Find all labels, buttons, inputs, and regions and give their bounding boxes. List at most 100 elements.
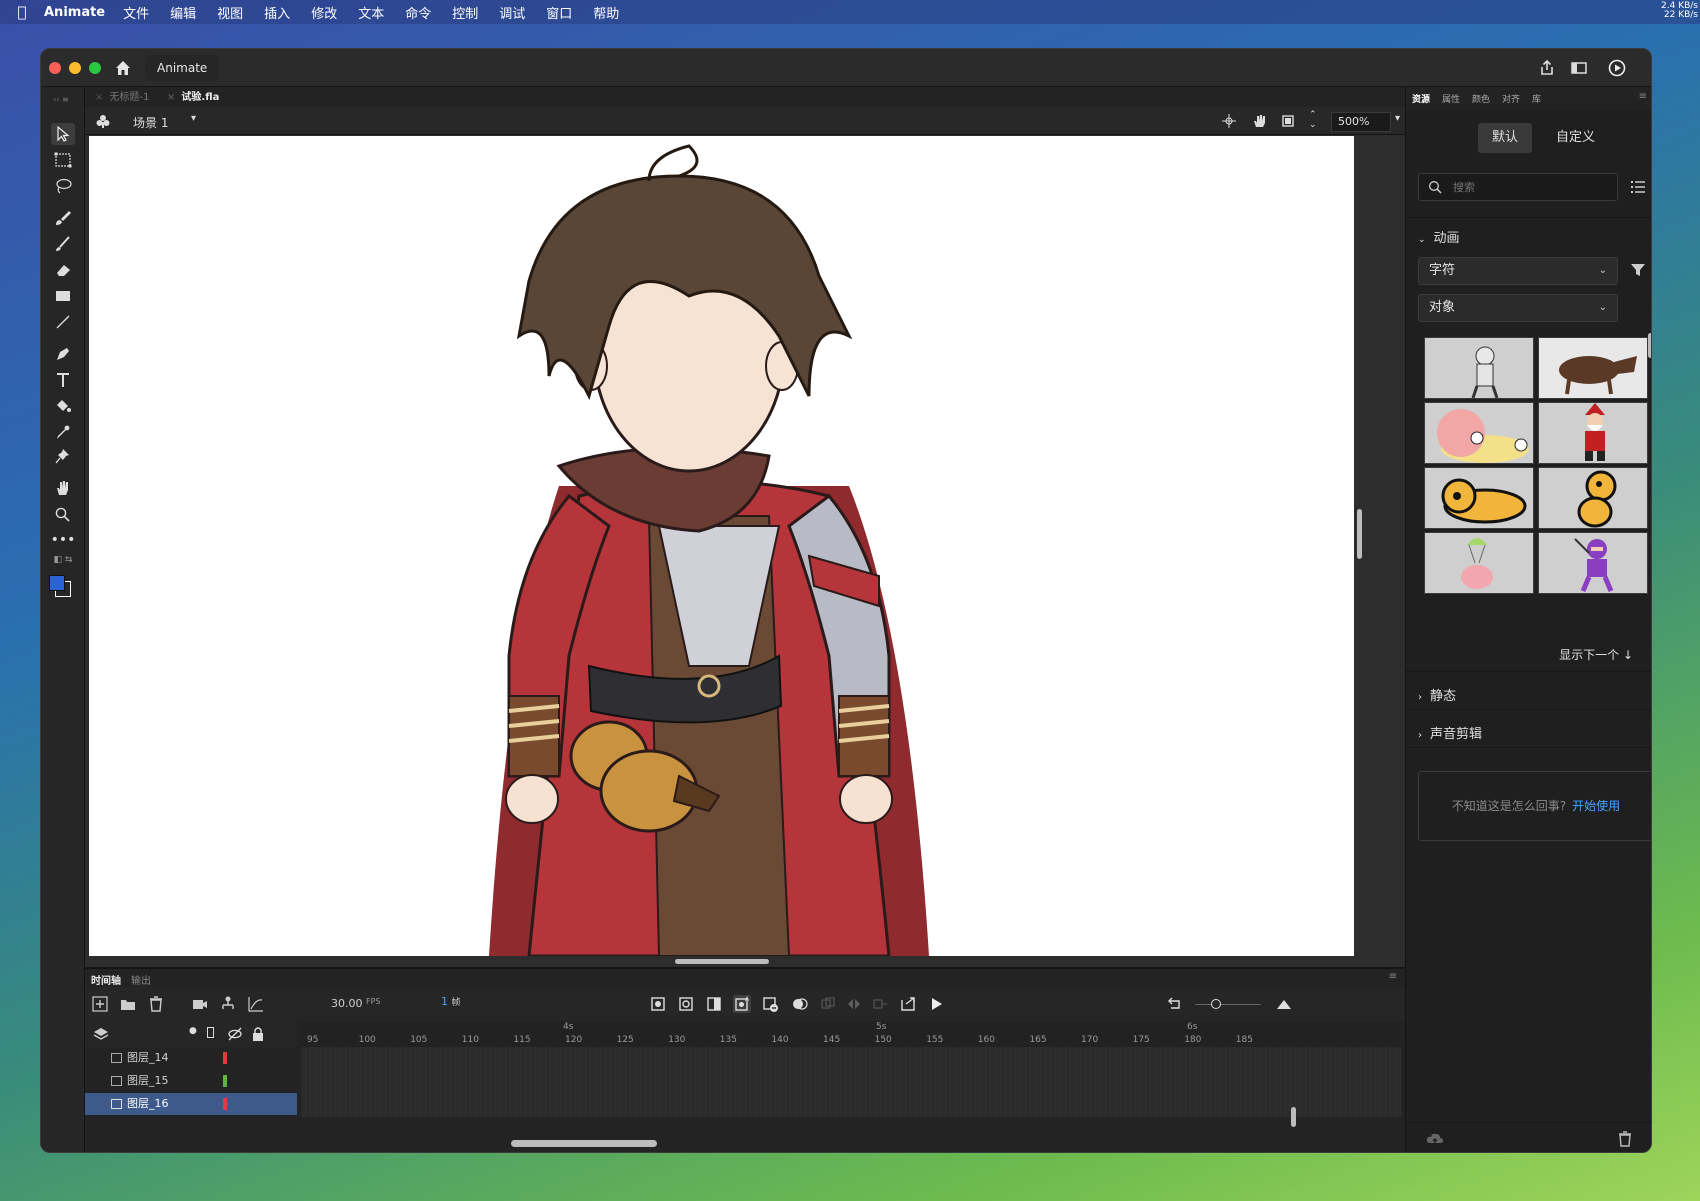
layer-color-swatch[interactable] [223,1098,227,1110]
panel-menu-icon[interactable]: ≡ [1639,91,1647,102]
asset-thumbnail-dog-sitting[interactable] [1538,467,1648,529]
menu-window[interactable]: 窗口 [546,3,572,22]
layer-row[interactable]: 图层_15 [85,1070,297,1092]
rectangle-tool[interactable] [51,285,75,307]
tab-assets[interactable]: 资源 [1412,92,1430,105]
zoom-tool[interactable] [51,503,75,525]
menu-insert[interactable]: 插入 [264,3,290,22]
menu-view[interactable]: 视图 [217,3,243,22]
layers-stack-icon[interactable] [93,1026,109,1042]
close-window-button[interactable] [49,62,61,74]
frame-ruler[interactable]: 95 100 105 110 115 120 125 130 135 140 145 150 155 16… [301,1021,1401,1047]
asset-thumbnail-santa[interactable] [1538,402,1648,464]
segment-default[interactable]: 默认 [1478,123,1533,153]
highlight-dot-icon[interactable]: ● [189,1026,197,1036]
menubar-app-name[interactable]: Animate [44,5,105,20]
line-tool[interactable] [51,311,75,333]
edit-multiple-frames-icon[interactable] [819,995,837,1013]
category-dropdown[interactable]: 字符 ⌄ [1418,257,1618,285]
tab-library[interactable]: 库 [1532,92,1541,105]
zoom-chevron-down-icon[interactable]: ▾ [1395,113,1400,124]
collapse-tools-icon[interactable]: ‹‹ ≡ [45,95,77,104]
asset-thumbnail-mummy[interactable] [1424,337,1534,399]
hand-tool[interactable] [51,477,75,499]
paint-brush-tool[interactable] [51,207,75,229]
text-tool[interactable] [51,369,75,391]
sync-icon[interactable] [871,995,889,1013]
apple-icon[interactable]:  [0,3,44,21]
tab-align[interactable]: 对齐 [1502,92,1520,105]
app-tab[interactable]: Animate [145,55,220,81]
brush-tool[interactable] [51,233,75,255]
clip-content-icon[interactable] [1281,114,1295,128]
home-icon[interactable] [113,58,133,78]
section-animation[interactable]: ⌄ 动画 [1418,227,1460,246]
menu-file[interactable]: 文件 [123,3,149,22]
layer-row-selected[interactable]: 图层_16 [85,1093,297,1115]
eyedropper-tool[interactable] [51,421,75,443]
menu-debug[interactable]: 调试 [499,3,525,22]
export-frames-icon[interactable] [899,995,917,1013]
new-layer-icon[interactable] [91,995,109,1013]
asset-thumbnail-dog-lying[interactable] [1424,467,1534,529]
zoom-window-button[interactable] [89,62,101,74]
camera-icon[interactable] [191,995,209,1013]
timeline-horizontal-scrollbar[interactable] [511,1140,657,1147]
workspace-layout-icon[interactable] [1569,58,1589,78]
new-folder-icon[interactable] [119,995,137,1013]
paint-bucket-tool[interactable] [51,395,75,417]
undo-icon[interactable] [1165,995,1183,1013]
stage-canvas[interactable] [89,136,1354,956]
type-dropdown[interactable]: 对象 ⌄ [1418,294,1618,322]
menu-modify[interactable]: 修改 [311,3,337,22]
get-started-link[interactable]: 开始使用 [1572,799,1620,813]
free-transform-tool[interactable] [51,149,75,171]
menu-control[interactable]: 控制 [452,3,478,22]
chevron-down-icon[interactable]: ▾ [191,113,196,124]
tab-properties[interactable]: 属性 [1442,92,1460,105]
pen-tool[interactable] [51,343,75,365]
onion-skin-icon[interactable] [791,995,809,1013]
scene-label[interactable]: 场景 1 [133,114,168,131]
asset-thumbnail-parachute-pig[interactable] [1424,532,1534,594]
pin-tool[interactable] [51,445,75,467]
stage-horizontal-scrollbar[interactable] [675,959,769,964]
insert-frame-icon[interactable] [705,995,723,1013]
rotate-stage-icon[interactable] [1251,113,1267,129]
trash-icon[interactable] [1617,1131,1633,1147]
segment-custom[interactable]: 自定义 [1542,123,1609,153]
tab-timeline[interactable]: 时间轴 [91,972,121,987]
section-sound-clips[interactable]: › 声音剪辑 [1418,723,1482,742]
selection-tool[interactable] [51,123,75,145]
close-tab-icon[interactable]: × [95,92,103,103]
stage-vertical-scrollbar[interactable] [1357,509,1362,559]
menu-edit[interactable]: 编辑 [170,3,196,22]
frame-grid[interactable] [301,1047,1401,1117]
filter-icon[interactable] [1630,262,1646,278]
close-tab-icon[interactable]: × [167,92,175,103]
loop-icon[interactable] [845,995,863,1013]
zoom-field[interactable]: 500% [1331,112,1391,132]
doc-tab-trial[interactable]: × 试验.fla [167,90,219,106]
tab-output[interactable]: 输出 [131,972,151,987]
search-input[interactable] [1453,178,1603,196]
eraser-tool[interactable] [51,259,75,281]
fill-color-swatch[interactable] [49,575,65,591]
tab-color[interactable]: 颜色 [1472,92,1490,105]
insert-keyframe-icon[interactable] [649,995,667,1013]
layer-color-swatch[interactable] [223,1052,227,1064]
asset-thumbnail-wolf[interactable] [1538,337,1648,399]
delete-layer-icon[interactable] [147,995,165,1013]
hide-layer-eye-icon[interactable] [227,1026,243,1042]
cloud-upload-icon[interactable] [1426,1131,1444,1147]
section-static[interactable]: › 静态 [1418,685,1456,704]
menu-commands[interactable]: 命令 [405,3,431,22]
test-movie-icon[interactable] [1607,58,1627,78]
timeline-vertical-scrollbar[interactable] [1291,1107,1296,1127]
show-next-link[interactable]: 显示下一个 ↓ [1559,646,1633,663]
menu-help[interactable]: 帮助 [593,3,619,22]
doc-tab-untitled[interactable]: × 无标题-1 [95,90,149,106]
swap-colors-icon[interactable]: ◧ ⇆ [51,553,75,567]
frame-scale-slider-thumb[interactable] [1211,999,1221,1009]
insert-blank-keyframe-icon[interactable] [677,995,695,1013]
